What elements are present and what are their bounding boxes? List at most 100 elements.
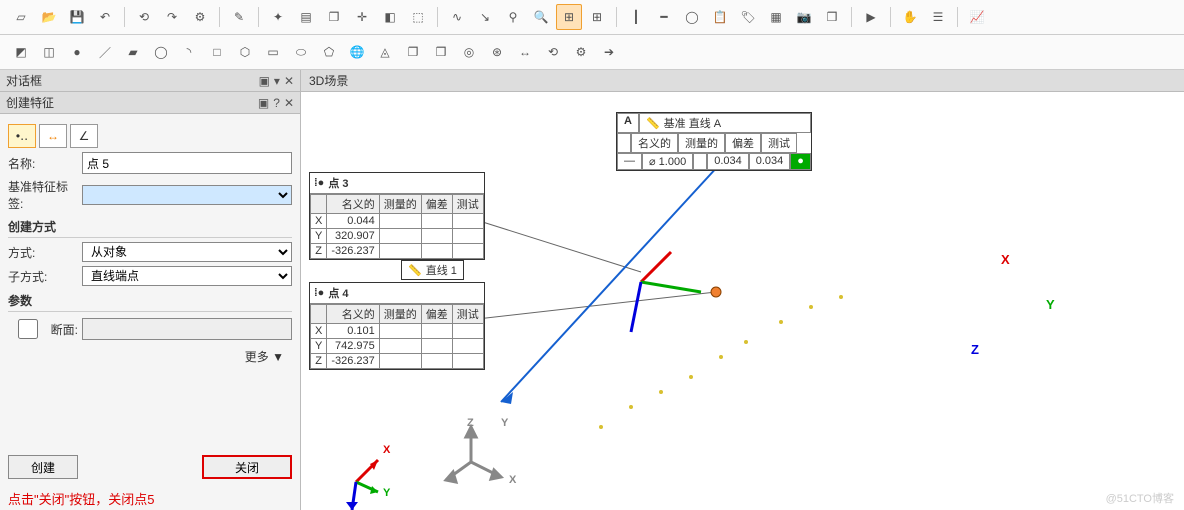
camera-button[interactable]: 📷 xyxy=(791,4,817,30)
open-file-button[interactable]: 📂 xyxy=(36,4,62,30)
inspect-button[interactable]: ⚲ xyxy=(500,4,526,30)
layers-button[interactable]: ❐ xyxy=(400,39,426,65)
create-button[interactable]: 创建 xyxy=(8,455,78,479)
globe-button[interactable]: 🌐 xyxy=(344,39,370,65)
magnify-button[interactable]: 🔍 xyxy=(528,4,554,30)
axes-button[interactable]: ✛ xyxy=(349,4,375,30)
datum-a-box: A 📏基准 直线 A 名义的测量的偏差测试 —⌀ 1.0000.0340.034… xyxy=(616,112,812,171)
new-file-button[interactable]: ▱ xyxy=(8,4,34,30)
redo-button[interactable]: ↷ xyxy=(159,4,185,30)
grid-add-button[interactable]: ⊞ xyxy=(584,4,610,30)
hand-button[interactable]: ✋ xyxy=(897,4,923,30)
cut-input[interactable] xyxy=(82,318,292,340)
ellipse2-button[interactable]: ⬭ xyxy=(288,39,314,65)
clipboard-button[interactable]: 📋 xyxy=(707,4,733,30)
gnomon-y: Y xyxy=(383,487,390,499)
surface-button[interactable]: ◬ xyxy=(372,39,398,65)
close-button[interactable]: 关闭 xyxy=(202,455,292,479)
dialog-title: 对话框 xyxy=(6,72,42,89)
datum-label: 基准特征标签: xyxy=(8,178,78,212)
ray-button[interactable]: ✦ xyxy=(265,4,291,30)
tag-button[interactable]: 🏷 xyxy=(735,4,761,30)
sidebar: 对话框 ▣▾✕ 创建特征 ▣?✕ •‥ ↔ ∠ 名称: 基准特征标签: 创建方式… xyxy=(0,70,301,510)
list-tree-button[interactable]: ☰ xyxy=(925,4,951,30)
watermark: @51CTO博客 xyxy=(1106,490,1174,506)
disc-button[interactable]: ● xyxy=(64,39,90,65)
axis-y-label: Y xyxy=(1046,297,1055,312)
settings-button[interactable]: ⚙ xyxy=(187,4,213,30)
close-panel-icon[interactable]: ✕ xyxy=(284,74,294,88)
viewport-3d[interactable]: X Y Z X Y Z Z Y X ⁞●点 3 名义的测量的偏差测试X0.044… xyxy=(301,92,1184,510)
ruler-v-button[interactable]: ┃ xyxy=(623,4,649,30)
cube-iso-button[interactable]: ❐ xyxy=(321,4,347,30)
polygon-button[interactable]: ⬠ xyxy=(316,39,342,65)
play-button[interactable]: ▶ xyxy=(858,4,884,30)
name-label: 名称: xyxy=(8,155,78,172)
method-select[interactable]: 从对象 xyxy=(82,242,292,262)
datum-select[interactable] xyxy=(82,185,292,205)
ellipse-button[interactable]: ◯ xyxy=(148,39,174,65)
pin-icon[interactable]: ▣ xyxy=(259,74,270,88)
transform-arrow-button[interactable]: ➔ xyxy=(596,39,622,65)
arc-button[interactable]: ◝ xyxy=(176,39,202,65)
pkg-button[interactable]: ❒ xyxy=(819,4,845,30)
tool-a-button[interactable]: ✎ xyxy=(226,4,252,30)
group-button[interactable]: ⊛ xyxy=(484,39,510,65)
help-icon[interactable]: ? xyxy=(273,96,280,110)
main-toolbar-row1: ▱📂💾↶⟲↷⚙✎✦▤❐✛◧⬚∿↘⚲🔍⊞⊞┃━◯📋🏷▦📷❒▶✋☰📈 xyxy=(0,0,1184,35)
hexagon-button[interactable]: ⬡ xyxy=(232,39,258,65)
grey-z: Z xyxy=(467,417,474,429)
dialog-header: 对话框 ▣ ▾ ✕ xyxy=(0,70,300,92)
feature-header: 创建特征 ▣? ✕ xyxy=(0,92,300,114)
rollback-button[interactable]: ⟲ xyxy=(540,39,566,65)
box-solid-button[interactable]: ◧ xyxy=(377,4,403,30)
planes-button[interactable]: ◫ xyxy=(36,39,62,65)
method-label: 方式: xyxy=(8,244,78,261)
close2-icon[interactable]: ✕ xyxy=(284,96,294,110)
line-button[interactable]: ／ xyxy=(92,39,118,65)
method-header: 创建方式 xyxy=(8,218,292,238)
viewport-title: 3D场景 xyxy=(301,70,1184,92)
layers2-button[interactable]: ❒ xyxy=(428,39,454,65)
spreadsheet-button[interactable]: ▦ xyxy=(763,4,789,30)
rotate-undo-button[interactable]: ⟲ xyxy=(131,4,157,30)
stats-chart-button[interactable]: 📈 xyxy=(964,4,990,30)
callout-point4: ⁞●点 4 名义的测量的偏差测试X0.101Y742.975Z-326.237 xyxy=(309,282,485,370)
annotation-text: 点击"关闭"按钮，关闭点5 xyxy=(0,485,300,510)
save-button[interactable]: 💾 xyxy=(64,4,90,30)
name-input[interactable] xyxy=(82,152,292,174)
probe-button[interactable]: ↘ xyxy=(472,4,498,30)
box-dim-button[interactable]: ⬚ xyxy=(405,4,431,30)
feature-body: •‥ ↔ ∠ 名称: 基准特征标签: 创建方式 方式: 从对象 子方式: 直线端… xyxy=(0,114,300,449)
undo-button[interactable]: ↶ xyxy=(92,4,118,30)
pin2-icon[interactable]: ▣ xyxy=(258,96,269,110)
point-icon: ⁞● xyxy=(314,287,324,299)
viewport-panel: 3D场景 xyxy=(301,70,1184,510)
mode-angle-icon[interactable]: ∠ xyxy=(70,124,98,148)
grid-toggle-button[interactable]: ⊞ xyxy=(556,4,582,30)
feature-title: 创建特征 xyxy=(6,94,54,111)
submethod-label: 子方式: xyxy=(8,268,78,285)
gears-button[interactable]: ⚙ xyxy=(568,39,594,65)
grey-y: Y xyxy=(501,417,508,429)
compass-button[interactable]: ◯ xyxy=(679,4,705,30)
minimize-icon[interactable]: ▾ xyxy=(274,74,280,88)
square-button[interactable]: □ xyxy=(204,39,230,65)
rectangle-button[interactable]: ▭ xyxy=(260,39,286,65)
target-button[interactable]: ◎ xyxy=(456,39,482,65)
callout-point3: ⁞●点 3 名义的测量的偏差测试X0.044Y320.907Z-326.237 xyxy=(309,172,485,260)
ruler-h-button[interactable]: ━ xyxy=(651,4,677,30)
mode-dim-icon[interactable]: ↔ xyxy=(39,124,67,148)
link-dim-button[interactable]: ↔ xyxy=(512,39,538,65)
cut-checkbox[interactable] xyxy=(12,319,44,339)
matrix-button[interactable]: ▤ xyxy=(293,4,319,30)
more-toggle[interactable]: 更多 ▼ xyxy=(8,346,292,367)
cube-shaded-button[interactable]: ◩ xyxy=(8,39,34,65)
datum-tag: A xyxy=(617,113,639,133)
submethod-select[interactable]: 直线端点 xyxy=(82,266,292,286)
plane-solid-button[interactable]: ▰ xyxy=(120,39,146,65)
axis-z-label: Z xyxy=(971,342,979,357)
mode-point-icon[interactable]: •‥ xyxy=(8,124,36,148)
wave-button[interactable]: ∿ xyxy=(444,4,470,30)
grey-x: X xyxy=(509,474,516,486)
